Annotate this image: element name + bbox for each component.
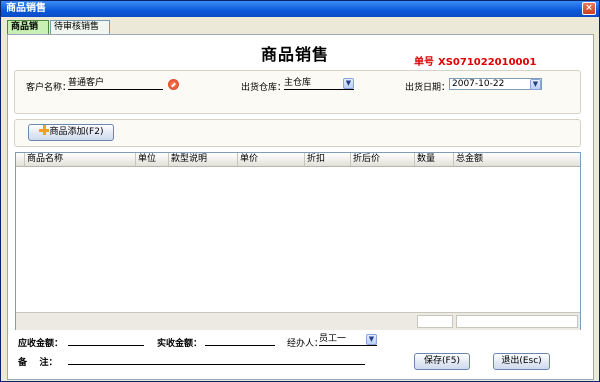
handler-value: 员工一 bbox=[319, 334, 347, 344]
handler-select[interactable]: 员工一 ▼ bbox=[319, 334, 377, 346]
received-field[interactable] bbox=[205, 334, 275, 346]
chevron-down-icon[interactable]: ▼ bbox=[366, 334, 377, 345]
remark-field[interactable] bbox=[68, 353, 365, 365]
remark-label: 备 注： bbox=[18, 358, 58, 368]
table-header: 商品名称 单位 款型说明 单价 折扣 折后价 数量 总金额 bbox=[16, 153, 580, 167]
handler-label: 经办人： bbox=[287, 339, 324, 349]
add-icon bbox=[38, 125, 49, 135]
received-label: 实收金额： bbox=[157, 339, 203, 349]
customer-field[interactable]: 普通客户 bbox=[68, 78, 163, 90]
tab-product-sales[interactable]: 商品销售 bbox=[7, 20, 49, 45]
exit-button[interactable]: 退出(Esc) bbox=[493, 353, 550, 370]
add-product-button[interactable]: 商品添加(F2) bbox=[28, 124, 114, 141]
order-info-group bbox=[14, 70, 581, 114]
warehouse-label: 出货仓库： bbox=[241, 83, 287, 93]
column-header[interactable]: 款型说明 bbox=[169, 153, 238, 166]
product-table[interactable]: 商品名称 单位 款型说明 单价 折扣 折后价 数量 总金额 bbox=[15, 152, 581, 330]
warehouse-select[interactable]: 主仓库 ▼ bbox=[284, 78, 354, 90]
column-header[interactable]: 折后价 bbox=[351, 153, 415, 166]
customer-label: 客户名称： bbox=[26, 83, 72, 93]
window-title-bar: 商品销售 × bbox=[1, 1, 599, 17]
order-number: 单号 XS071022010001 bbox=[414, 53, 536, 68]
date-picker[interactable]: 2007-10-22 ▼ bbox=[449, 78, 542, 90]
order-number-value: XS071022010001 bbox=[438, 57, 537, 68]
column-header[interactable]: 总金额 bbox=[454, 153, 580, 166]
chevron-down-icon[interactable]: ▼ bbox=[530, 79, 541, 90]
window-title: 商品销售 bbox=[6, 3, 46, 14]
chevron-down-icon[interactable]: ▼ bbox=[343, 78, 354, 89]
column-header[interactable]: 单位 bbox=[136, 153, 169, 166]
page-title: 商品销售 bbox=[261, 45, 330, 64]
close-icon[interactable]: × bbox=[582, 2, 596, 15]
warehouse-value: 主仓库 bbox=[284, 78, 312, 88]
column-header[interactable]: 单价 bbox=[238, 153, 305, 166]
date-label: 出货日期： bbox=[405, 83, 451, 93]
receivable-field[interactable] bbox=[68, 334, 144, 346]
tab-pending-review[interactable]: 待审核销售单 bbox=[50, 20, 110, 45]
amount-total-cell bbox=[456, 315, 578, 328]
order-number-label: 单号 bbox=[414, 57, 434, 68]
column-header[interactable]: 数量 bbox=[415, 153, 454, 166]
column-header[interactable]: 折扣 bbox=[305, 153, 351, 166]
quantity-total-cell bbox=[417, 315, 453, 328]
column-header[interactable]: 商品名称 bbox=[25, 153, 136, 166]
search-icon[interactable] bbox=[168, 79, 179, 90]
receivable-label: 应收金额： bbox=[18, 339, 64, 349]
add-product-label: 商品添加(F2) bbox=[49, 127, 104, 137]
save-button[interactable]: 保存(F5) bbox=[414, 353, 470, 370]
sales-window: 商品销售 × 商品销售 待审核销售单 商品销售 单号 XS071022010001… bbox=[0, 0, 600, 382]
table-summary-row bbox=[16, 312, 580, 330]
date-value: 2007-10-22 bbox=[452, 79, 505, 89]
row-selector-header bbox=[16, 153, 25, 166]
